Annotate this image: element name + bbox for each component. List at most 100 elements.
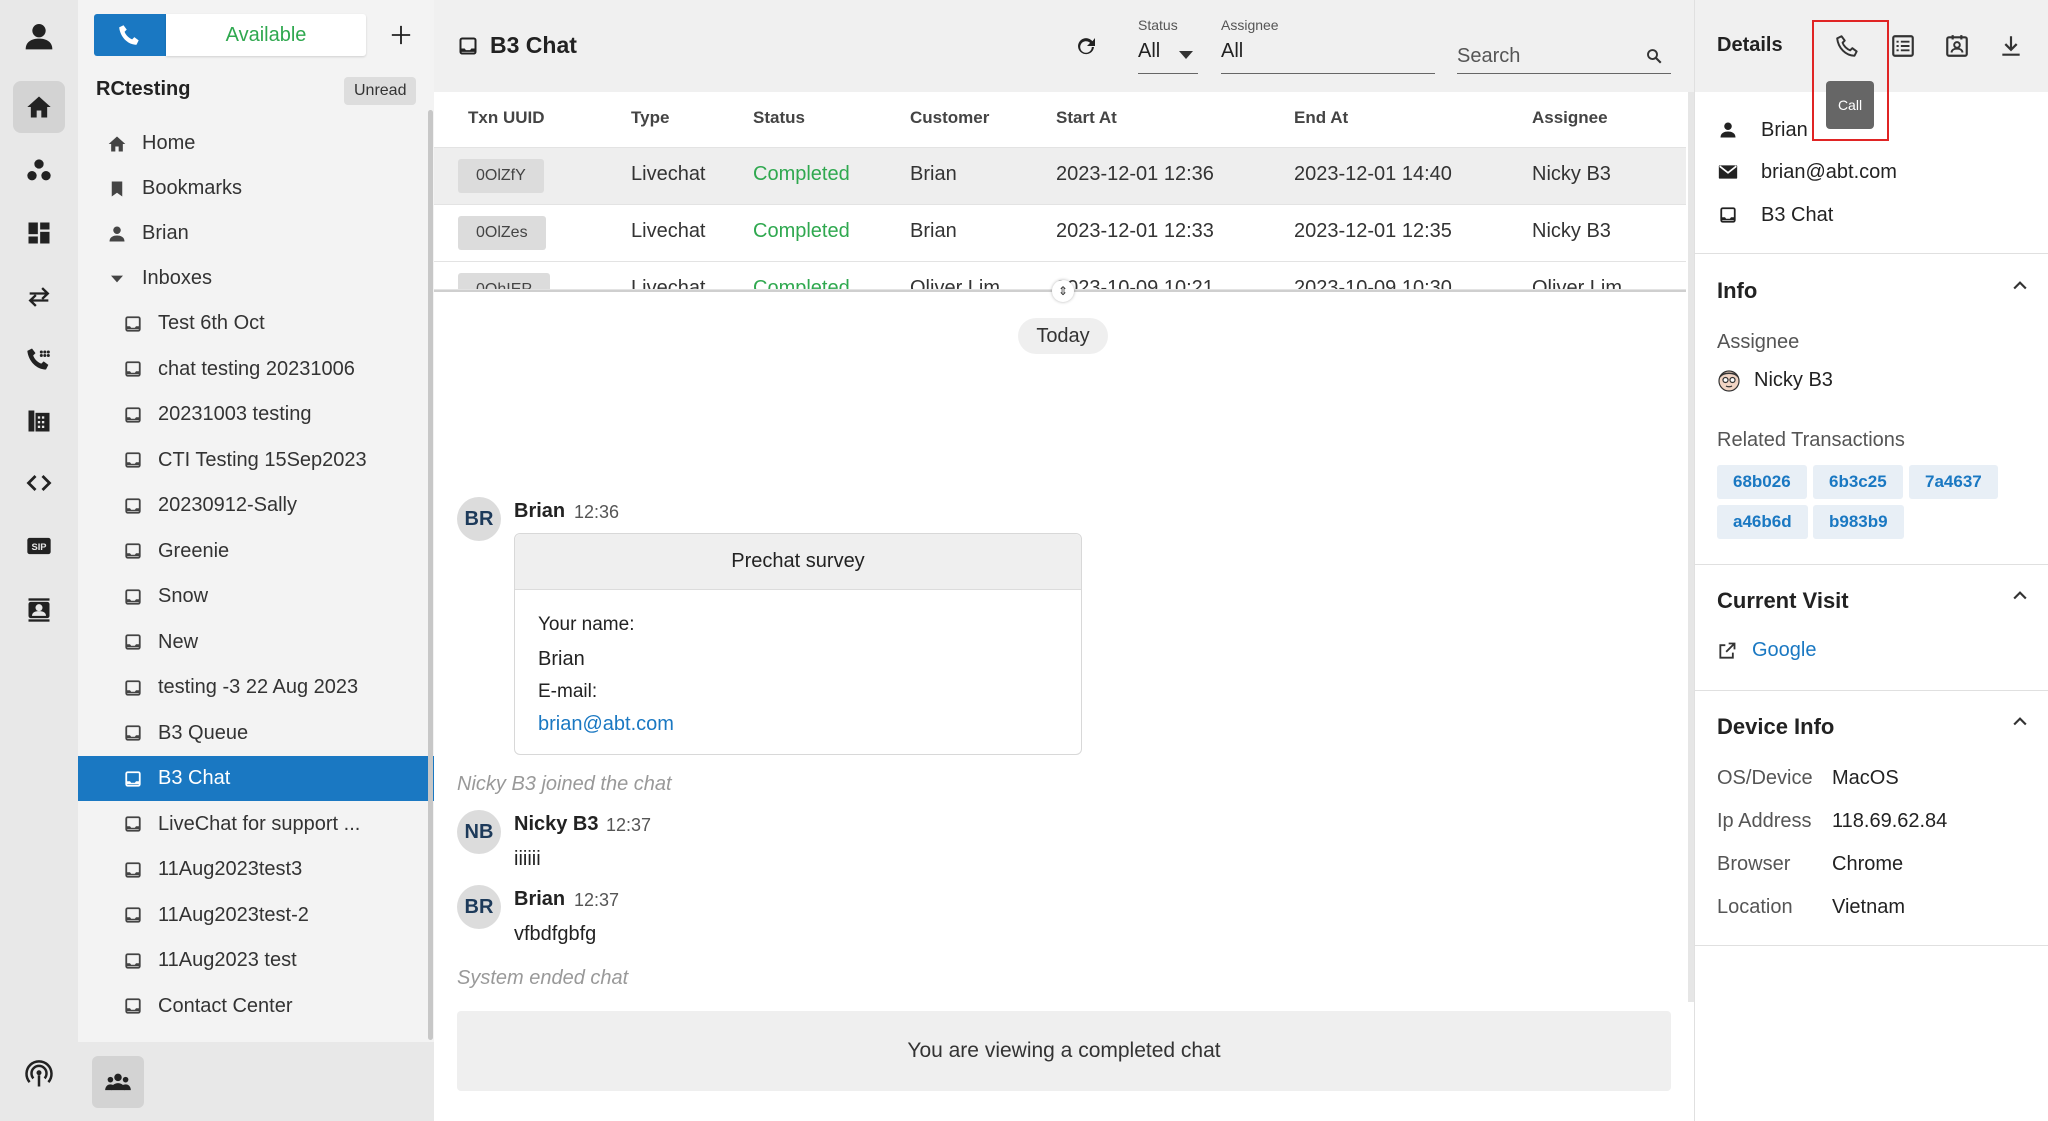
phone-book-icon[interactable] — [13, 395, 65, 447]
sidebar-item-inbox[interactable]: 11Aug2023test3 — [78, 847, 434, 892]
column-header[interactable]: Txn UUID — [468, 108, 545, 128]
chevron-down-icon[interactable] — [1178, 49, 1194, 61]
contacts-icon[interactable] — [13, 584, 65, 636]
email-icon — [1717, 161, 1739, 183]
assignee-label: Assignee — [1717, 331, 1800, 353]
table-row[interactable]: 0OlZes Livechat Completed Brian 2023-12-01 1… — [434, 205, 1686, 262]
person-icon — [1717, 119, 1739, 141]
sidebar-item-label: 11Aug2023 test — [158, 949, 297, 971]
download-icon[interactable] — [1995, 30, 2027, 62]
phone-icon — [119, 25, 139, 45]
call-tooltip: Call — [1826, 81, 1874, 129]
related-transaction-tag[interactable]: 7a4637 — [1909, 465, 1998, 499]
unread-filter-button[interactable]: Unread — [344, 77, 417, 105]
team-icon[interactable] — [92, 1056, 144, 1108]
sidebar-item-inbox[interactable]: 20231003 testing — [78, 392, 434, 437]
sidebar-item-inbox[interactable]: B3 Queue — [78, 711, 434, 756]
sidebar-item-bookmarks[interactable]: Bookmarks — [78, 166, 434, 211]
resize-handle-icon[interactable]: ⇕ — [1052, 280, 1074, 302]
table-cell: Oliver Lim — [910, 277, 1001, 290]
dashboard-icon[interactable] — [13, 207, 65, 259]
sidebar-item-label: Bookmarks — [142, 177, 243, 199]
inbox-icon — [122, 313, 144, 335]
chevron-down-icon — [106, 268, 128, 290]
sidebar-item-inbox[interactable]: 11Aug2023 test — [78, 938, 434, 983]
column-header[interactable]: Status — [753, 108, 805, 128]
column-header[interactable]: Assignee — [1532, 108, 1608, 128]
sidebar-item-label: Home — [142, 132, 196, 154]
broadcast-icon[interactable] — [13, 1048, 65, 1100]
sidebar-item-inbox[interactable]: Greenie — [78, 529, 434, 574]
sidebar-item-user[interactable]: Brian — [78, 211, 434, 256]
chevron-up-icon[interactable] — [2010, 586, 2030, 606]
search-input[interactable] — [1457, 40, 1671, 74]
message-text: vfbdfgbfg — [514, 923, 597, 945]
contact-name-row: Brian — [1717, 115, 1808, 145]
sidebar-item-inbox[interactable]: CTI Testing 15Sep2023 — [78, 438, 434, 483]
sidebar-item-label: Inboxes — [142, 267, 213, 289]
search-icon[interactable] — [1645, 47, 1663, 65]
sidebar-item-label: 20230912-Sally — [158, 494, 297, 516]
inbox-icon — [122, 813, 144, 835]
table-row[interactable]: 0OlZfY Livechat Completed Brian 2023-12-01 1… — [434, 148, 1686, 205]
message-sender: Brian — [514, 500, 566, 522]
phone-status-button[interactable] — [94, 14, 166, 56]
sidebar-item-label: Contact Center — [158, 994, 293, 1017]
sidebar-item-inbox[interactable]: Contact Center — [78, 984, 434, 1029]
add-icon[interactable] — [386, 20, 416, 50]
transfer-icon[interactable] — [13, 271, 65, 323]
sidebar-item-inbox[interactable]: 20230912-Sally — [78, 483, 434, 528]
table-cell: 2023-12-01 12:33 — [1056, 220, 1214, 242]
related-transaction-tag[interactable]: 68b026 — [1717, 465, 1807, 499]
table-cell: Livechat — [631, 220, 706, 242]
inbox-icon — [122, 586, 144, 608]
inbox-icon — [122, 404, 144, 426]
sidebar-item-inbox[interactable]: Test 6th Oct — [78, 301, 434, 346]
list-icon[interactable] — [1887, 30, 1919, 62]
contact-inbox: B3 Chat — [1761, 203, 1834, 226]
external-link-icon — [1717, 641, 1737, 661]
sidebar-item-inbox[interactable]: chat testing 20231006 — [78, 347, 434, 392]
table-cell: 2023-12-01 14:40 — [1294, 163, 1452, 185]
inbox-icon — [122, 995, 144, 1017]
groups-icon[interactable] — [13, 145, 65, 197]
sidebar-scrollbar[interactable] — [428, 110, 433, 1040]
survey-title: Prechat survey — [515, 534, 1081, 590]
sidebar-item-label: 11Aug2023test-2 — [158, 903, 309, 926]
visit-link[interactable]: Google — [1752, 639, 1817, 662]
chevron-up-icon[interactable] — [2010, 276, 2030, 296]
sip-icon[interactable]: SIP — [13, 520, 65, 572]
call-log-icon[interactable] — [13, 333, 65, 385]
assignee-filter-select[interactable]: All — [1221, 40, 1435, 74]
sidebar-item-home[interactable]: Home — [78, 121, 434, 166]
contact-email: brian@abt.com — [1761, 160, 1897, 183]
column-header[interactable]: Start At — [1056, 108, 1117, 128]
availability-status[interactable]: Available — [166, 14, 366, 56]
sidebar-item-inbox[interactable]: 11Aug2023test-2 — [78, 893, 434, 938]
sidebar-item-inbox[interactable]: B3 Chat — [78, 756, 434, 801]
sidebar-item-inbox[interactable]: New — [78, 620, 434, 665]
column-header[interactable]: Customer — [910, 108, 989, 128]
column-header[interactable]: End At — [1294, 108, 1348, 128]
column-header[interactable]: Type — [631, 108, 669, 128]
current-visit-section-title: Current Visit — [1717, 588, 1849, 613]
person-icon — [106, 223, 128, 245]
device-value: Chrome — [1832, 853, 1904, 875]
chevron-up-icon[interactable] — [2010, 712, 2030, 732]
related-transaction-tag[interactable]: b983b9 — [1813, 505, 1904, 539]
sidebar-item-inboxes[interactable]: Inboxes — [78, 256, 434, 301]
contact-card-icon[interactable] — [1941, 30, 1973, 62]
sidebar-item-inbox[interactable]: Snow — [78, 574, 434, 619]
home-icon[interactable] — [13, 81, 65, 133]
code-icon[interactable] — [13, 457, 65, 509]
refresh-icon[interactable] — [1074, 35, 1098, 59]
profile-icon[interactable] — [13, 10, 65, 62]
related-transaction-tag[interactable]: a46b6d — [1717, 505, 1808, 539]
sidebar-item-inbox[interactable]: testing -3 22 Aug 2023 — [78, 665, 434, 710]
system-message: System ended chat — [457, 967, 629, 989]
info-section-title: Info — [1717, 278, 1758, 303]
sidebar-item-inbox[interactable]: LiveChat for support ... — [78, 802, 434, 847]
table-cell: Livechat — [631, 163, 706, 185]
related-transaction-tag[interactable]: 6b3c25 — [1813, 465, 1903, 499]
survey-email-link[interactable]: brian@abt.com — [538, 713, 674, 736]
